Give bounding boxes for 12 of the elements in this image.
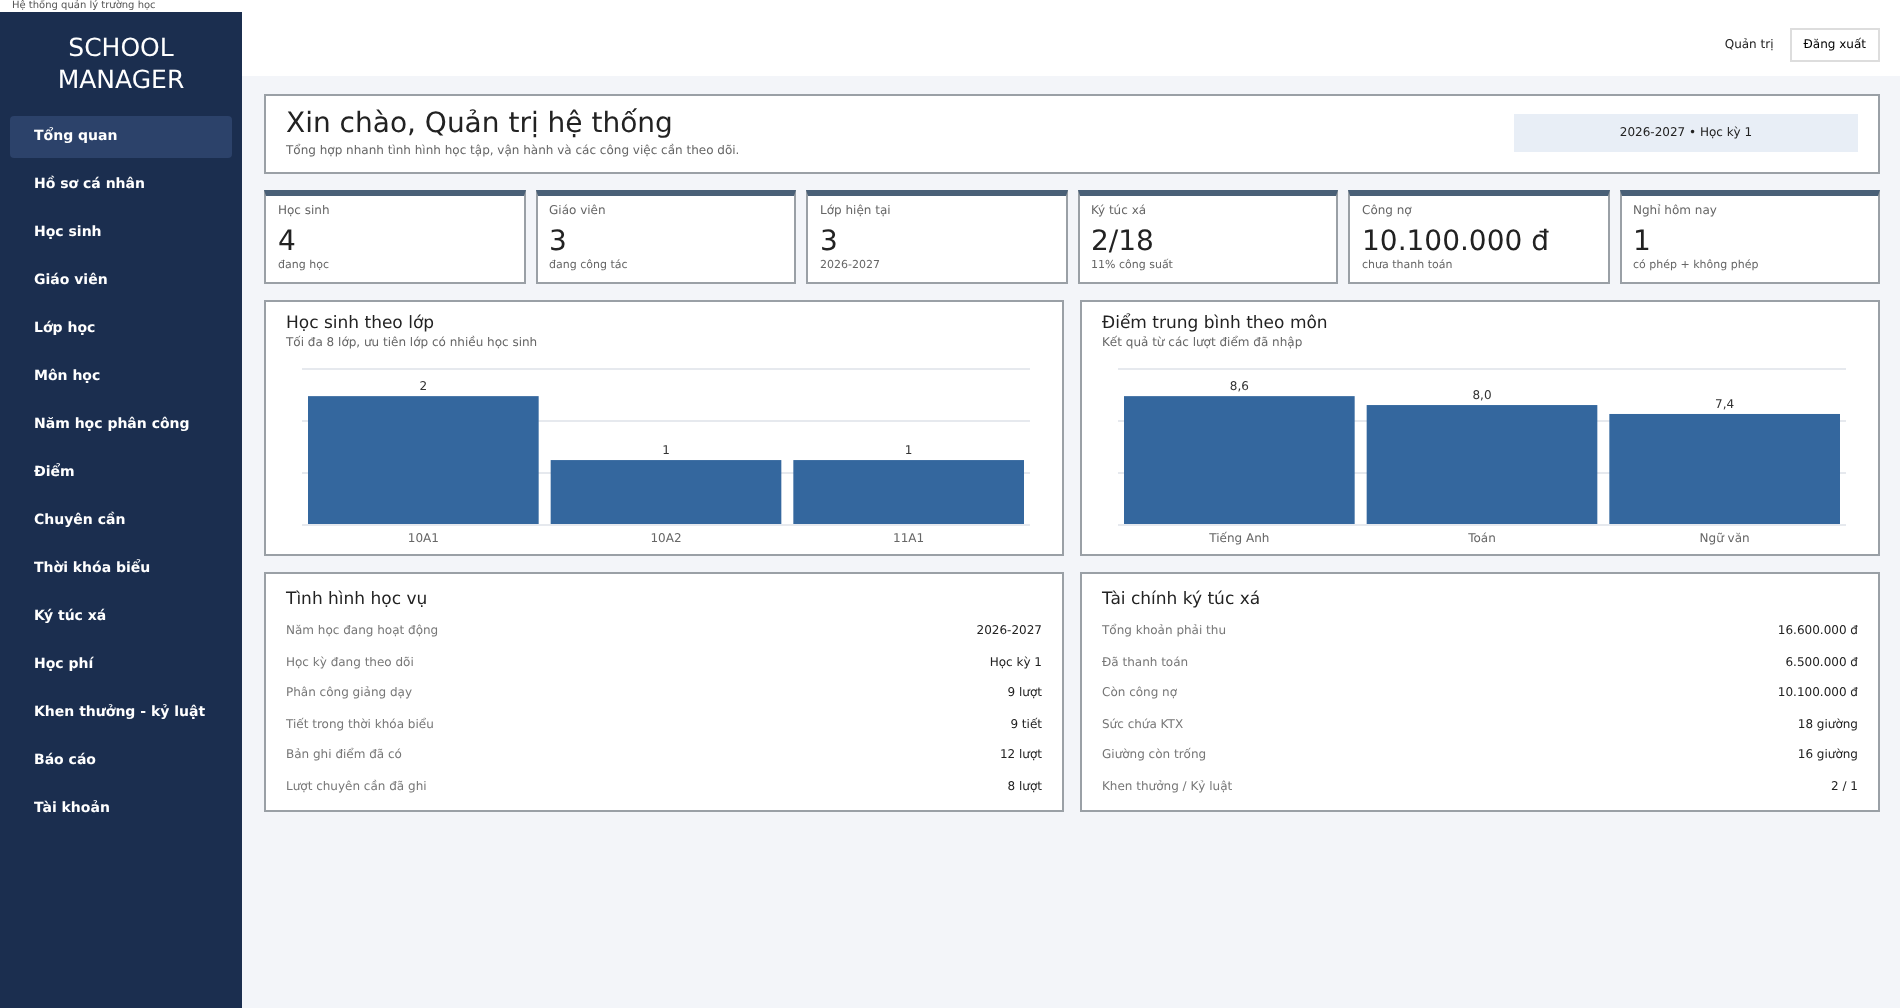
welcome-title: Xin chào, Quản trị hệ thống bbox=[286, 108, 675, 142]
stat-value: 2/18 bbox=[1091, 225, 1156, 258]
stat-value: 10.100.000 đ bbox=[1362, 225, 1551, 258]
stat-value: 1 bbox=[1633, 225, 1653, 258]
chart-title: Học sinh theo lớp bbox=[286, 314, 437, 335]
stat-value: 3 bbox=[549, 225, 569, 258]
stat-value: 3 bbox=[820, 225, 840, 258]
stat-value: 4 bbox=[278, 225, 298, 258]
panel-title: Tài chính ký túc xá bbox=[1102, 590, 1263, 611]
chart-title: Điểm trung bình theo môn bbox=[1102, 314, 1330, 335]
brand-logo: SCHOOL MANAGER bbox=[55, 30, 187, 98]
panel-title: Tình hình học vụ bbox=[286, 590, 430, 611]
